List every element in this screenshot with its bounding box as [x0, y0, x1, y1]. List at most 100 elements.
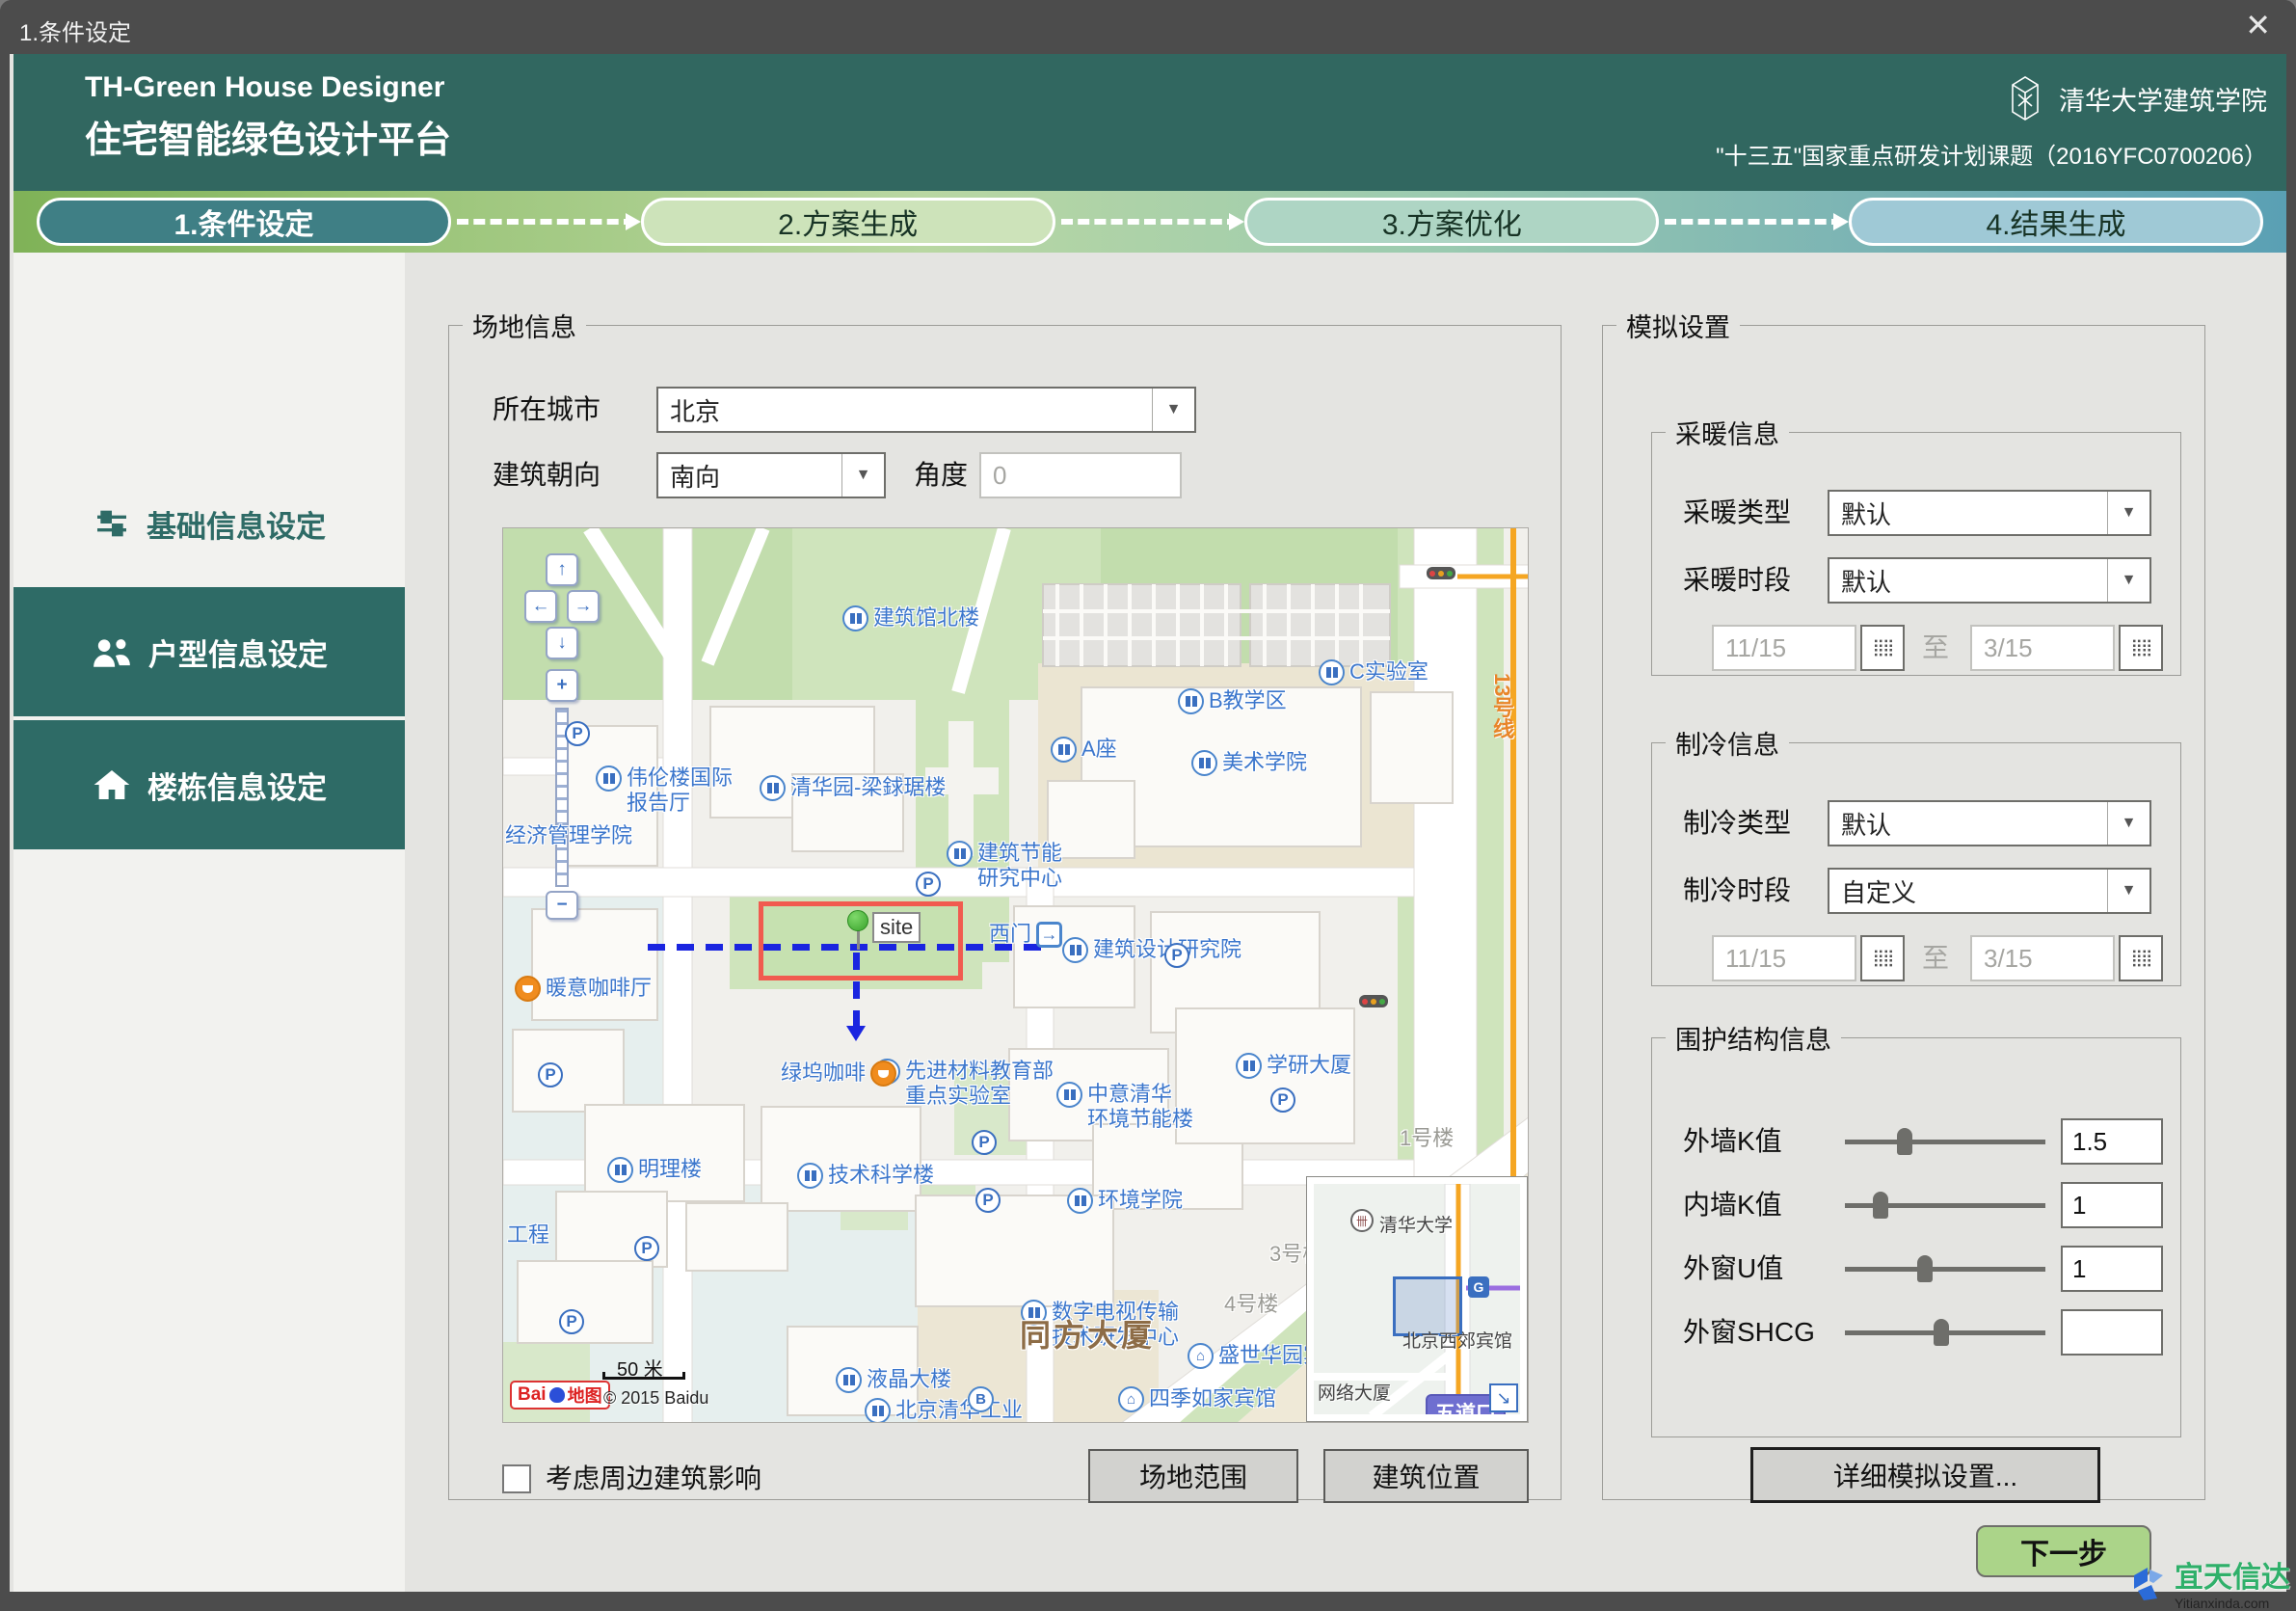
map-pan-up-button[interactable]: ↑: [546, 553, 578, 586]
map-pan-right-button[interactable]: →: [567, 590, 600, 623]
map-poi[interactable]: 建筑馆北楼: [842, 605, 979, 631]
step-4[interactable]: 4.结果生成: [1849, 198, 2263, 246]
step-1[interactable]: 1.条件设定: [37, 198, 451, 246]
envelope-slider[interactable]: [1845, 1140, 2045, 1144]
site-pin-label[interactable]: site: [872, 912, 921, 943]
calendar-icon[interactable]: ⣿⣿: [1860, 625, 1905, 671]
site-pin-icon[interactable]: [847, 910, 868, 931]
map-poi[interactable]: 北京清华工业: [865, 1398, 1023, 1423]
sidebar-item-1[interactable]: 基础信息设定: [13, 459, 405, 588]
cooling-end-date-input[interactable]: 3/15: [1970, 935, 2115, 981]
heating-end-date-input[interactable]: 3/15: [1970, 625, 2115, 671]
cooling-type-select[interactable]: 默认 ▼: [1828, 800, 2151, 846]
cooling-period-select[interactable]: 自定义 ▼: [1828, 868, 2151, 914]
site-pin-stem: [857, 928, 860, 950]
map-poi-label: C实验室: [1349, 659, 1428, 685]
map-poi[interactable]: 美术学院: [1191, 750, 1307, 776]
city-select[interactable]: 北京 ▼: [656, 387, 1196, 433]
overview-inset-map[interactable]: 卌 清华大学 G 北京西郊宾馆 网络大厦 五道口 ↘: [1306, 1176, 1528, 1422]
map-pan-left-button[interactable]: ←: [524, 590, 557, 623]
chevron-down-icon[interactable]: ▼: [2107, 870, 2149, 912]
calendar-icon[interactable]: ⣿⣿: [2119, 935, 2163, 981]
envelope-row-label: 外窗U值: [1683, 1246, 1783, 1292]
detailed-simulation-button[interactable]: 详细模拟设置...: [1750, 1447, 2100, 1503]
angle-input[interactable]: 0: [979, 452, 1182, 498]
heating-type-select[interactable]: 默认 ▼: [1828, 490, 2151, 536]
slider-thumb[interactable]: [1934, 1319, 1949, 1346]
envelope-row-label: 外窗SHCG: [1683, 1309, 1815, 1356]
envelope-slider[interactable]: [1845, 1330, 2045, 1335]
project-line: "十三五"国家重点研发计划课题（2016YFC0700206）: [1716, 137, 2267, 171]
map-scale-bar: [602, 1377, 685, 1380]
map-poi[interactable]: 学研大厦: [1236, 1053, 1351, 1079]
step-2[interactable]: 2.方案生成: [641, 198, 1055, 246]
map-poi[interactable]: 液晶大楼: [836, 1367, 951, 1393]
map-poi[interactable]: ⌂四季如家宾馆: [1118, 1386, 1276, 1412]
chevron-down-icon[interactable]: ▼: [1152, 389, 1194, 431]
sidebar-item-3[interactable]: 楼栋信息设定: [13, 720, 405, 849]
map-zoom-in-button[interactable]: +: [546, 669, 578, 702]
heating-type-label: 采暖类型: [1683, 490, 1791, 536]
map-poi[interactable]: A座: [1051, 737, 1117, 763]
baidu-map[interactable]: site ↑ ← → ↓ + − 建筑馆北楼伟伦楼国际报告厅 清华园-梁銶琚楼 C实…: [502, 527, 1529, 1423]
gate-icon: →: [1036, 922, 1062, 948]
envelope-value-input[interactable]: 1: [2061, 1246, 2163, 1292]
map-poi[interactable]: 建筑节能研究中心: [947, 841, 1062, 891]
building-position-button[interactable]: 建筑位置: [1323, 1449, 1529, 1503]
envelope-slider[interactable]: [1845, 1203, 2045, 1208]
slider-thumb[interactable]: [1917, 1255, 1933, 1282]
consider-surroundings-label: 考虑周边建筑影响: [546, 1456, 761, 1502]
sidebar-item-2[interactable]: 户型信息设定: [13, 587, 405, 716]
map-poi[interactable]: 中意清华环境节能楼: [1056, 1082, 1193, 1132]
orientation-select[interactable]: 南向 ▼: [656, 452, 886, 498]
map-zoom-out-button[interactable]: −: [546, 891, 578, 920]
map-poi[interactable]: C实验室: [1319, 659, 1428, 685]
close-icon[interactable]: ✕: [2245, 8, 2271, 42]
chevron-down-icon[interactable]: ▼: [841, 454, 884, 497]
map-poi[interactable]: B教学区: [1178, 688, 1287, 714]
chevron-down-icon[interactable]: ▼: [2107, 492, 2149, 534]
map-poi[interactable]: 先进材料教育部重点实验室: [874, 1059, 1054, 1109]
map-poi[interactable]: B: [968, 1386, 994, 1412]
map-poi-label: 环境学院: [1098, 1188, 1183, 1213]
map-poi[interactable]: 工程: [507, 1222, 549, 1248]
envelope-slider[interactable]: [1845, 1267, 2045, 1272]
map-poi[interactable]: 技术科学楼: [797, 1163, 934, 1189]
map-poi[interactable]: 明理楼: [607, 1157, 702, 1183]
map-poi[interactable]: 建筑设计研究院: [1062, 937, 1241, 963]
map-poi[interactable]: 环境学院: [1067, 1188, 1183, 1214]
step-3[interactable]: 3.方案优化: [1244, 198, 1659, 246]
parking-icon: P: [538, 1062, 563, 1087]
map-poi[interactable]: 经济管理学院: [505, 823, 632, 848]
calendar-icon[interactable]: ⣿⣿: [2119, 625, 2163, 671]
coffee-icon: [870, 1061, 896, 1087]
subway-line-label: 13号线: [1486, 673, 1517, 738]
map-poi[interactable]: 暖意咖啡厅: [515, 976, 652, 1002]
next-step-button[interactable]: 下一步: [1976, 1525, 2151, 1577]
people-icon: [91, 632, 133, 671]
app-header: TH-Green House Designer 住宅智能绿色设计平台 清华大学建…: [13, 54, 2286, 191]
map-poi[interactable]: 清华园-梁銶琚楼: [760, 775, 946, 801]
envelope-value-input[interactable]: [2061, 1309, 2163, 1356]
map-pan-down-button[interactable]: ↓: [546, 627, 578, 659]
slider-thumb[interactable]: [1873, 1192, 1888, 1219]
envelope-value-input[interactable]: 1.5: [2061, 1118, 2163, 1165]
cooling-start-date-input[interactable]: 11/15: [1712, 935, 1856, 981]
envelope-value-input[interactable]: 1: [2061, 1182, 2163, 1228]
chevron-down-icon[interactable]: ▼: [2107, 559, 2149, 602]
inset-expand-icon[interactable]: ↘: [1489, 1383, 1518, 1412]
consider-surroundings-checkbox[interactable]: [502, 1464, 531, 1493]
site-info-legend: 场地信息: [463, 307, 586, 344]
map-poi[interactable]: 绿坞咖啡: [781, 1061, 896, 1087]
site-range-button[interactable]: 场地范围: [1088, 1449, 1298, 1503]
calendar-icon[interactable]: ⣿⣿: [1860, 935, 1905, 981]
heating-period-select[interactable]: 默认 ▼: [1828, 557, 2151, 604]
chevron-down-icon[interactable]: ▼: [2107, 802, 2149, 845]
map-poi[interactable]: →西门: [989, 922, 1062, 948]
slider-thumb[interactable]: [1897, 1128, 1912, 1155]
map-poi[interactable]: 伟伦楼国际报告厅: [596, 765, 733, 816]
heating-start-date-input[interactable]: 11/15: [1712, 625, 1856, 671]
map-poi[interactable]: 同方大厦: [1020, 1323, 1155, 1348]
map-poi[interactable]: 1号楼: [1400, 1126, 1454, 1151]
map-poi[interactable]: 4号楼: [1224, 1292, 1278, 1317]
